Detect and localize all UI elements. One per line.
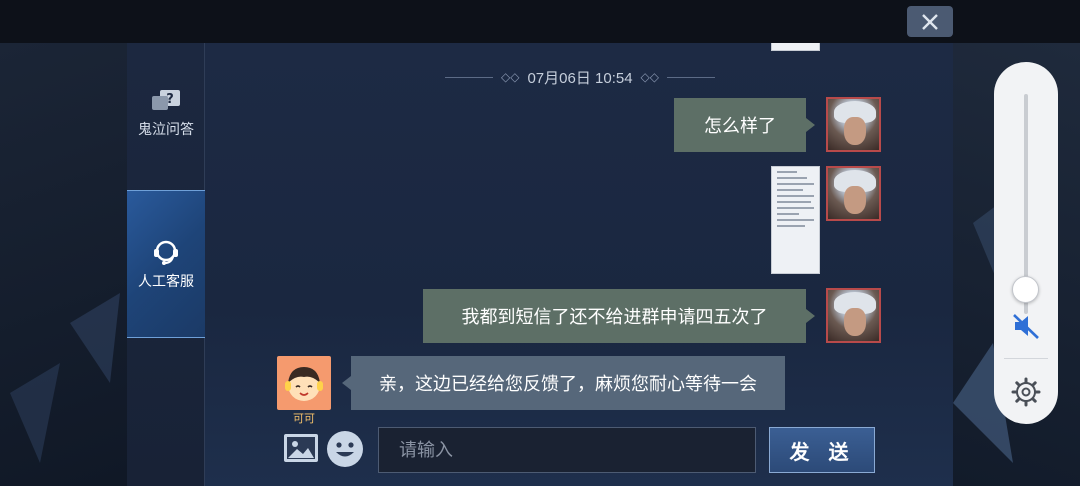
timestamp-divider: ◇◇ 07月06日 10:54 ◇◇ xyxy=(445,67,716,87)
sidebar-item-human-support[interactable]: 人工客服 xyxy=(127,190,205,338)
message-bubble-user: 我都到短信了还不给进群申请四五次了 xyxy=(423,289,815,343)
svg-text:?: ? xyxy=(166,92,174,107)
question-bubble-icon: ? xyxy=(152,90,180,110)
close-button[interactable] xyxy=(907,6,953,37)
message-bubble-agent: 亲，这边已经给您反馈了，麻烦您耐心等待一会 xyxy=(342,356,785,410)
chat-image-screenshot[interactable] xyxy=(771,166,820,274)
top-bar xyxy=(0,0,1080,43)
message-text: 怎么样了 xyxy=(704,116,776,137)
game-background-left xyxy=(0,43,127,486)
diamond-icon: ◇◇ xyxy=(501,70,520,84)
timestamp: 07月06日 10:54 xyxy=(527,69,633,87)
diamond-icon: ◇◇ xyxy=(640,70,660,84)
send-button[interactable]: 发 送 xyxy=(769,427,875,473)
message-input[interactable] xyxy=(378,427,756,473)
close-icon xyxy=(922,13,938,30)
message-bubble-user: 怎么样了 xyxy=(674,98,815,152)
sidebar: ? 鬼泣问答 人工客服 xyxy=(127,43,205,486)
user-avatar[interactable] xyxy=(826,288,881,343)
agent-girl-icon xyxy=(285,367,323,401)
user-avatar[interactable] xyxy=(826,97,881,152)
headset-icon xyxy=(154,240,178,265)
chat-panel[interactable]: ◇◇ 07月06日 10:54 ◇◇ 怎么样了 我都到短信了还不给进群申请四五次… xyxy=(205,43,953,486)
volume-panel xyxy=(994,62,1058,424)
agent-name: 可可 xyxy=(293,412,315,425)
image-icon[interactable] xyxy=(283,431,319,465)
volume-slider-handle[interactable] xyxy=(1012,276,1039,303)
sidebar-item-label: 人工客服 xyxy=(138,274,194,290)
message-text: 我都到短信了还不给进群申请四五次了 xyxy=(461,307,768,328)
agent-avatar[interactable] xyxy=(277,356,331,410)
volume-muted-icon[interactable] xyxy=(1011,312,1041,340)
gear-icon[interactable] xyxy=(1011,377,1041,407)
chat-image-partial[interactable] xyxy=(771,43,820,51)
divider xyxy=(1004,358,1048,359)
sidebar-item-label: 鬼泣问答 xyxy=(138,122,194,138)
composer-bar: 发 送 xyxy=(275,427,953,477)
user-avatar[interactable] xyxy=(826,166,881,221)
emoji-button[interactable] xyxy=(327,431,363,467)
sidebar-item-faq[interactable]: ? 鬼泣问答 xyxy=(127,89,205,149)
message-text: 亲，这边已经给您反馈了，麻烦您耐心等待一会 xyxy=(379,374,757,395)
smiley-icon xyxy=(336,442,354,457)
